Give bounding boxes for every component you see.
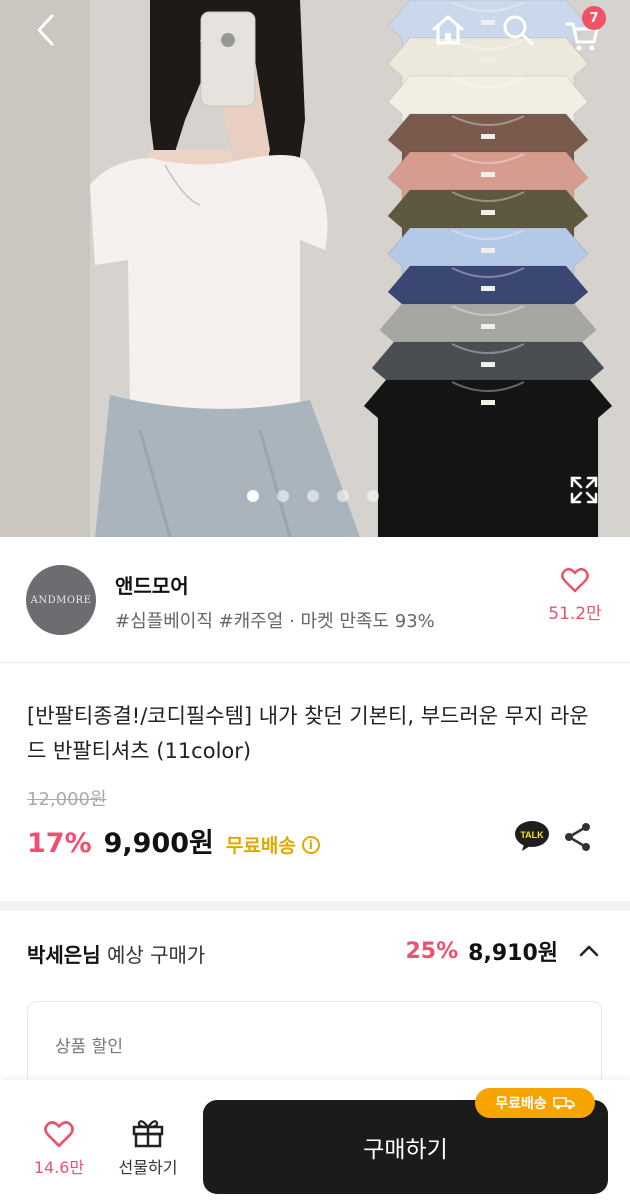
product-info: [반팔티종결!/코디필수템] 내가 찾던 기본티, 부드러운 무지 라운드 반팔… [0, 663, 630, 901]
carousel-dot[interactable] [247, 490, 259, 502]
kakao-talk-label: TALK [520, 830, 544, 840]
info-icon[interactable]: i [301, 835, 320, 854]
share-icon [565, 823, 590, 851]
free-shipping-badge: 무료배송 [475, 1088, 595, 1118]
fullscreen-button[interactable] [562, 468, 606, 512]
user-name: 박세은님 [27, 943, 101, 967]
product-discount-label: 상품 할인 [55, 1037, 123, 1057]
product-like-count: 14.6만 [33, 1158, 85, 1177]
kakao-talk-icon: TALK [515, 821, 549, 851]
product-photo [0, 0, 630, 537]
share-button[interactable] [562, 821, 594, 853]
tshirt-label-tag [481, 20, 495, 25]
free-shipping-badge-text: 무료배송 [495, 1096, 547, 1112]
heart-icon [561, 567, 589, 593]
back-button[interactable] [24, 8, 68, 52]
home-icon [432, 15, 464, 45]
gift-label: 선물하기 [118, 1158, 178, 1177]
tshirt-label-tag [481, 286, 495, 291]
store-row[interactable]: ANDMORE 앤드모어 #심플베이직 #캐주얼 · 마켓 만족도 93% 51… [0, 537, 630, 663]
expected-discount: 25% [405, 938, 459, 964]
gift-button[interactable]: 선물하기 [108, 1116, 188, 1190]
carousel-dot[interactable] [337, 490, 349, 502]
chevron-up-icon[interactable] [578, 940, 600, 962]
tshirt-label-tag [481, 400, 495, 405]
tshirt-label-tag [481, 96, 495, 101]
free-shipping-text: 무료배송 [225, 835, 296, 857]
heart-icon [44, 1121, 74, 1148]
free-shipping-label[interactable]: 무료배송 i [226, 831, 320, 858]
carousel-dot[interactable] [307, 490, 319, 502]
cart-count-badge: 7 [582, 6, 606, 30]
cart-button[interactable]: 7 [560, 6, 612, 54]
product-title: [반팔티종결!/코디필수템] 내가 찾던 기본티, 부드러운 무지 라운드 반팔… [27, 704, 589, 763]
carousel-dot[interactable] [277, 490, 289, 502]
tshirt-label-tag [481, 362, 495, 367]
discount-rate: 17% [27, 828, 92, 859]
tshirt-label-tag [481, 172, 495, 177]
product-image-carousel[interactable]: 7 [0, 0, 630, 537]
expected-price-row[interactable]: 박세은님 예상 구매가 25% 8,910원 [0, 911, 630, 1001]
bottom-action-bar: 14.6만 선물하기 구매하기 무료배송 [0, 1080, 630, 1200]
price-row: 17% 9,900원 무료배송 i [27, 821, 320, 860]
store-name[interactable]: 앤드모어 [115, 570, 189, 599]
expand-icon [570, 476, 598, 504]
expected-label-text: 예상 구매가 [106, 943, 206, 967]
section-divider [0, 901, 630, 911]
gift-icon [132, 1120, 164, 1148]
store-logo[interactable]: ANDMORE [26, 565, 96, 635]
kakao-talk-button[interactable]: TALK [514, 819, 550, 853]
expected-price: 8,910원 [468, 941, 558, 966]
tshirt-label-tag [481, 210, 495, 215]
tshirt-label-tag [481, 134, 495, 139]
sale-price: 9,900원 [103, 828, 214, 859]
store-like-button[interactable]: 51.2만 [540, 567, 610, 633]
home-button[interactable] [424, 8, 472, 52]
original-price: 12,000원 [27, 789, 107, 810]
store-tags: #심플베이직 #캐주얼 · 마켓 만족도 93% [115, 611, 435, 632]
tshirt-label-tag [481, 324, 495, 329]
product-like-button[interactable]: 14.6만 [24, 1120, 94, 1190]
search-button[interactable] [494, 8, 542, 52]
search-icon [503, 15, 534, 46]
carousel-indicator [247, 490, 379, 502]
expected-price-label: 박세은님 예상 구매가 [27, 939, 205, 968]
store-like-count: 51.2만 [548, 604, 602, 624]
chevron-left-icon [37, 14, 54, 46]
tshirt-label-tag [481, 248, 495, 253]
tshirt-label-tag [481, 58, 495, 63]
carousel-dot[interactable] [367, 490, 379, 502]
expected-price-value: 25% 8,910원 [406, 935, 601, 967]
truck-icon [552, 1097, 575, 1110]
